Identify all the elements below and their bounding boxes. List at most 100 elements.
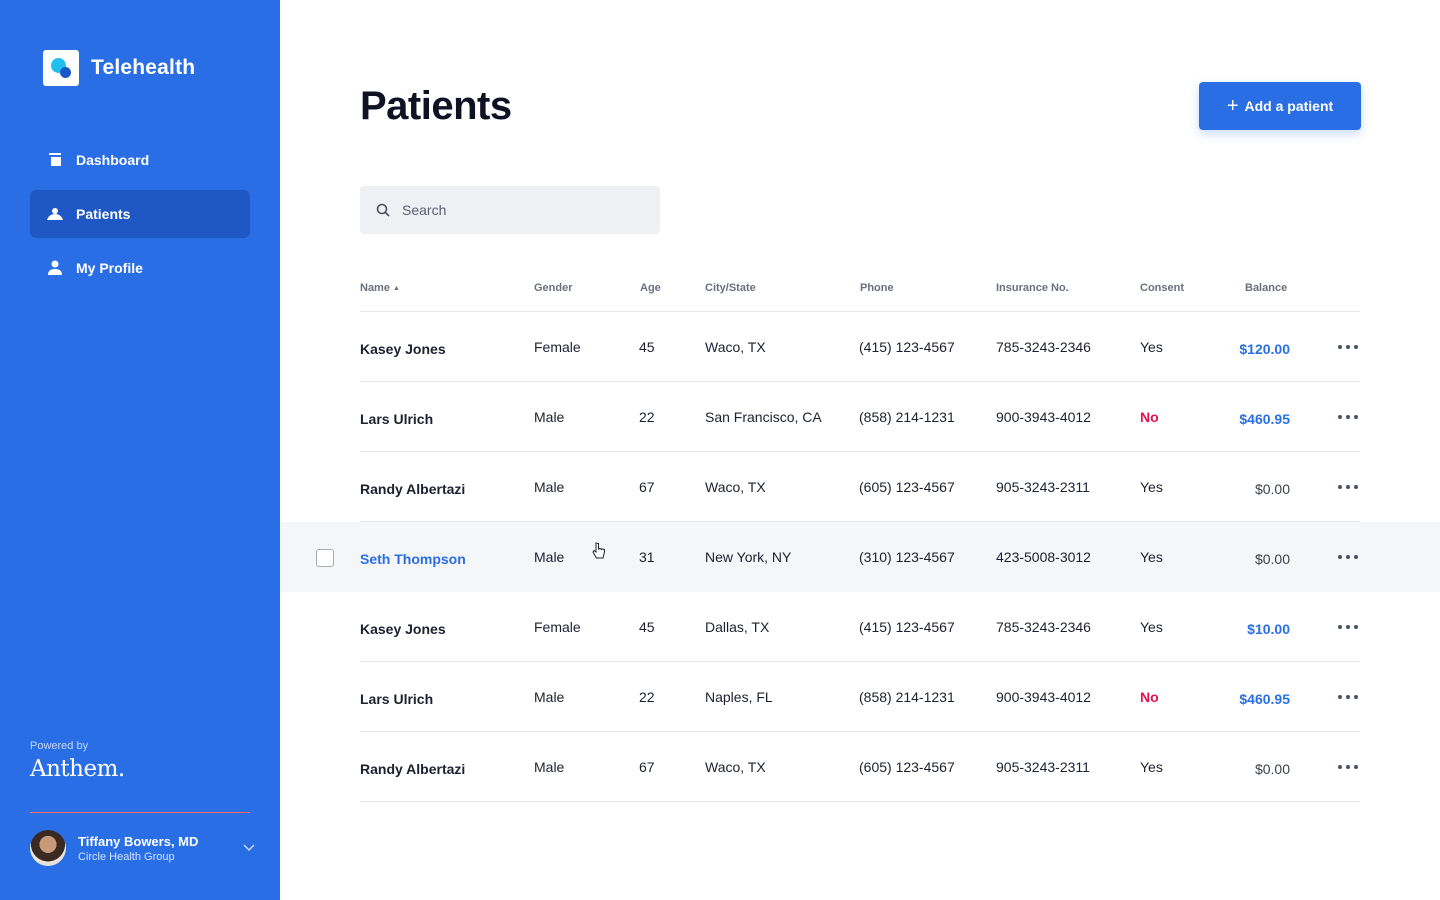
insurance-cell: 785-3243-2346 [996,339,1091,355]
phone-cell: (415) 123-4567 [859,619,955,635]
gender-cell: Female [534,619,581,635]
city-cell: San Francisco, CA [705,409,822,425]
patient-name-link[interactable]: Lars Ulrich [360,411,433,427]
column-header-insurance[interactable]: Insurance No. [996,282,1069,294]
column-header-age[interactable]: Age [640,282,661,294]
brand[interactable]: Telehealth [43,50,195,86]
city-cell: Naples, FL [705,689,773,705]
patients-table: Name ▲ Gender Age City/State Phone Insur… [280,274,1440,802]
consent-cell: Yes [1140,759,1163,775]
age-cell: 22 [639,409,655,425]
table-row[interactable]: Seth Thompson Male 31 New York, NY (310) 123… [280,522,1440,592]
profile-icon [46,259,64,277]
more-options-icon[interactable] [1336,758,1360,776]
patients-icon [46,205,64,223]
balance-cell: $0.00 [1254,761,1290,777]
balance-cell: $0.00 [1254,551,1290,567]
city-cell: Waco, TX [705,759,766,775]
more-options-icon[interactable] [1336,408,1360,426]
column-label: Name [360,282,390,294]
more-options-icon[interactable] [1336,548,1360,566]
gender-cell: Male [534,479,565,495]
insurance-cell: 900-3943-4012 [996,409,1091,425]
user-name: Tiffany Bowers, MD [78,833,199,849]
column-header-city-state[interactable]: City/State [705,282,756,294]
sidebar-divider [30,812,250,813]
row-content: Seth Thompson Male 31 New York, NY (310) 123… [360,522,1360,592]
balance-cell: $460.95 [1239,411,1290,427]
row-checkbox[interactable] [316,549,334,567]
pointer-cursor-icon [592,542,608,562]
plus-icon: + [1226,95,1239,117]
dashboard-icon [46,151,64,169]
main-content: Patients + Add a patient Name ▲ Gender A… [280,0,1440,900]
sidebar: Telehealth Dashboard Patients My Profile… [0,0,280,900]
age-cell: 45 [639,339,655,355]
gender-cell: Female [534,339,581,355]
partner-logo: Anthem. [30,756,125,782]
patient-name-link[interactable]: Kasey Jones [360,341,446,357]
row-content: Randy Albertazi Male 67 Waco, TX (605) 123-4… [360,452,1360,522]
more-options-icon[interactable] [1336,688,1360,706]
search-box[interactable] [360,186,660,234]
consent-cell: No [1140,689,1159,705]
column-header-phone[interactable]: Phone [860,282,894,294]
table-row[interactable]: Kasey Jones Female 45 Dallas, TX (415) 123-4… [280,592,1440,662]
gender-cell: Male [534,409,565,425]
sidebar-item-dashboard[interactable]: Dashboard [30,136,250,184]
sort-ascending-icon: ▲ [393,285,400,292]
row-content: Lars Ulrich Male 22 San Francisco, CA (858) … [360,382,1360,452]
table-row[interactable]: Lars Ulrich Male 22 San Francisco, CA (858) … [280,382,1440,452]
column-header-consent[interactable]: Consent [1140,282,1184,294]
table-body: Kasey Jones Female 45 Waco, TX (415) 123-456… [280,312,1440,802]
phone-cell: (310) 123-4567 [859,549,955,565]
gender-cell: Male [534,689,565,705]
row-content: Kasey Jones Female 45 Waco, TX (415) 123-456… [360,312,1360,382]
column-header-balance[interactable]: Balance [1245,282,1287,294]
app-name: Telehealth [91,56,196,79]
balance-cell: $10.00 [1247,621,1290,637]
phone-cell: (415) 123-4567 [859,339,955,355]
city-cell: New York, NY [705,549,792,565]
table-row[interactable]: Lars Ulrich Male 22 Naples, FL (858) 214-123… [280,662,1440,732]
gender-cell: Male [534,759,565,775]
sidebar-item-label: My Profile [76,260,143,276]
sidebar-item-my-profile[interactable]: My Profile [30,244,250,292]
avatar [30,830,66,866]
age-cell: 67 [639,759,655,775]
column-header-gender[interactable]: Gender [534,282,573,294]
more-options-icon[interactable] [1336,478,1360,496]
user-menu[interactable]: Tiffany Bowers, MD Circle Health Group [30,830,256,866]
insurance-cell: 785-3243-2346 [996,619,1091,635]
city-cell: Dallas, TX [705,619,770,635]
age-cell: 31 [639,549,655,565]
patient-name-link[interactable]: Randy Albertazi [360,481,465,497]
insurance-cell: 423-5008-3012 [996,549,1091,565]
table-row[interactable]: Randy Albertazi Male 67 Waco, TX (605) 123-4… [280,732,1440,802]
phone-cell: (605) 123-4567 [859,759,955,775]
table-row[interactable]: Kasey Jones Female 45 Waco, TX (415) 123-456… [280,312,1440,382]
sidebar-item-label: Dashboard [76,152,150,168]
patient-name-link[interactable]: Randy Albertazi [360,761,465,777]
more-options-icon[interactable] [1336,338,1360,356]
page-title: Patients [360,84,512,128]
age-cell: 45 [639,619,655,635]
add-patient-button[interactable]: + Add a patient [1199,82,1361,130]
table-header: Name ▲ Gender Age City/State Phone Insur… [360,274,1360,312]
age-cell: 67 [639,479,655,495]
chevron-down-icon[interactable] [242,841,256,855]
more-options-icon[interactable] [1336,618,1360,636]
patient-name-link[interactable]: Seth Thompson [360,551,466,567]
consent-cell: Yes [1140,339,1163,355]
search-input[interactable] [402,202,642,218]
consent-cell: Yes [1140,619,1163,635]
phone-cell: (858) 214-1231 [859,409,955,425]
column-header-name[interactable]: Name ▲ [360,282,400,294]
patient-name-link[interactable]: Lars Ulrich [360,691,433,707]
phone-cell: (605) 123-4567 [859,479,955,495]
insurance-cell: 900-3943-4012 [996,689,1091,705]
patient-name-link[interactable]: Kasey Jones [360,621,446,637]
table-row[interactable]: Randy Albertazi Male 67 Waco, TX (605) 123-4… [280,452,1440,522]
sidebar-item-patients[interactable]: Patients [30,190,250,238]
sidebar-nav: Dashboard Patients My Profile [30,136,250,298]
